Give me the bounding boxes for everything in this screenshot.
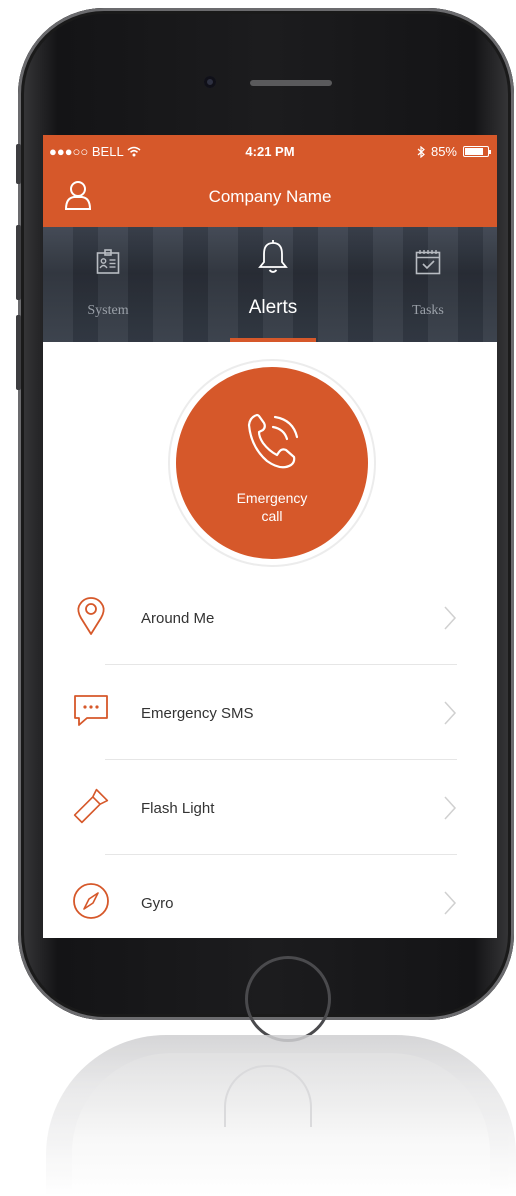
chevron-right-icon: [443, 795, 457, 826]
bell-icon: [198, 237, 348, 277]
emergency-call-label-2: call: [261, 508, 283, 524]
home-button[interactable]: [245, 956, 331, 1042]
battery-level: [465, 148, 484, 155]
list-item-emergency-sms[interactable]: Emergency SMS: [43, 665, 497, 760]
volume-down-button: [16, 315, 21, 390]
bluetooth-icon: [417, 145, 425, 158]
mute-switch: [16, 144, 21, 184]
list-item-label: Around Me: [141, 610, 215, 627]
battery-icon: [463, 146, 491, 157]
tab-bar: System Alerts Tasks: [43, 227, 497, 342]
tab-tasks[interactable]: Tasks: [353, 227, 497, 342]
emergency-call-ring: Emergency call: [170, 361, 374, 565]
message-icon: [71, 689, 111, 733]
chevron-right-icon: [443, 605, 457, 636]
screen: ●●●○○ BELL 4:21 PM 85% Company Name Syst…: [43, 135, 497, 938]
tab-system-label: System: [87, 303, 129, 318]
list-item-label: Gyro: [141, 895, 174, 912]
list-item-around-me[interactable]: Around Me: [43, 570, 497, 665]
phone-reflection: [46, 1035, 516, 1196]
front-camera: [204, 76, 216, 88]
battery-percent: 85%: [430, 144, 457, 159]
list-item-flash-light[interactable]: Flash Light: [43, 760, 497, 855]
tab-tasks-label: Tasks: [412, 303, 444, 318]
app-header: Company Name: [43, 169, 497, 227]
compass-icon: [71, 879, 111, 923]
emergency-call-label-1: Emergency: [236, 490, 308, 506]
chevron-right-icon: [443, 890, 457, 921]
list-item-label: Flash Light: [141, 800, 215, 817]
emergency-call-button[interactable]: Emergency call: [176, 367, 368, 559]
tab-alerts-label: Alerts: [248, 297, 298, 318]
volume-up-button: [16, 225, 21, 300]
location-pin-icon: [71, 594, 111, 638]
phone-icon: [176, 405, 368, 475]
calendar-check-icon: [353, 249, 497, 275]
flashlight-icon: [71, 784, 111, 828]
tab-alerts[interactable]: Alerts: [198, 227, 348, 342]
earpiece-speaker: [250, 80, 332, 86]
status-bar: ●●●○○ BELL 4:21 PM 85%: [43, 135, 497, 169]
list-item-label: Emergency SMS: [141, 705, 254, 722]
menu-list: Around Me Emergency SMS Flash Light Gyro: [43, 570, 497, 938]
company-name: Company Name: [208, 187, 332, 206]
list-item-gyro[interactable]: Gyro: [43, 855, 497, 938]
chevron-right-icon: [443, 700, 457, 731]
id-card-icon: [43, 249, 183, 275]
tab-system[interactable]: System: [43, 227, 183, 342]
active-tab-indicator: [230, 338, 316, 342]
